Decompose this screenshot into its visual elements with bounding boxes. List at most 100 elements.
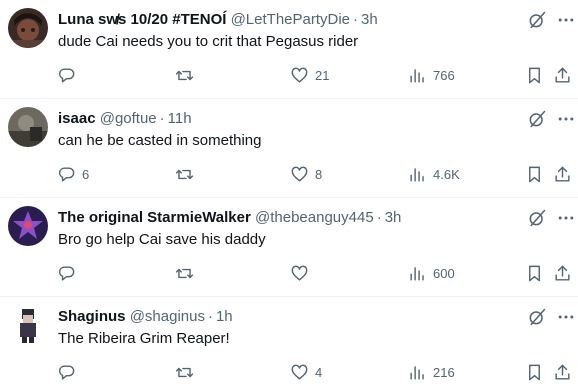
display-name[interactable]: Shaginus xyxy=(58,308,126,325)
retweet-icon xyxy=(175,70,194,80)
retweet-button[interactable] xyxy=(175,262,200,284)
view-count: 766 xyxy=(433,67,455,83)
like-icon xyxy=(291,265,308,281)
reply-icon xyxy=(58,265,75,281)
user-handle[interactable]: @goftue xyxy=(100,110,157,127)
like-icon xyxy=(291,67,308,83)
post-header: Luna sw̸s 10/20 #TENOÍ @LetThePartyDie · 3… xyxy=(58,10,518,30)
user-handle[interactable]: @shaginus xyxy=(130,308,205,325)
views-button[interactable]: 600 xyxy=(408,262,455,284)
reply-feed: Luna sw̸s 10/20 #TENOÍ @LetThePartyDie · 3… xyxy=(0,0,578,386)
like-button[interactable] xyxy=(290,262,315,284)
post-text: dude Cai needs you to crit that Pegasus … xyxy=(58,33,359,50)
bookmark-button[interactable] xyxy=(525,262,544,284)
reply-icon xyxy=(58,364,75,380)
post-header: isaac @goftue · 11h xyxy=(58,109,518,129)
user-handle[interactable]: @LetThePartyDie xyxy=(231,11,350,28)
more-icon[interactable] xyxy=(556,109,576,129)
reply-icon xyxy=(58,166,75,182)
bookmark-button[interactable] xyxy=(525,64,544,86)
action-bar: 21 766 xyxy=(0,64,578,86)
views-icon xyxy=(410,266,424,281)
display-name[interactable]: The original StarmieWalker xyxy=(58,209,251,226)
bookmark-button[interactable] xyxy=(525,163,544,185)
grok-icon[interactable] xyxy=(527,109,547,129)
grok-icon[interactable] xyxy=(527,10,547,30)
like-icon xyxy=(291,166,308,182)
timestamp[interactable]: 3h xyxy=(385,209,402,226)
view-count: 600 xyxy=(433,265,455,281)
share-button[interactable] xyxy=(553,361,572,383)
views-button[interactable]: 766 xyxy=(408,64,455,86)
views-icon xyxy=(410,68,424,83)
post-text: Bro go help Cai save his daddy xyxy=(58,231,266,248)
share-icon xyxy=(555,67,570,83)
bookmark-icon xyxy=(529,265,540,281)
avatar[interactable] xyxy=(8,8,48,48)
separator-dot: · xyxy=(376,209,382,226)
bookmark-icon xyxy=(529,67,540,83)
reply-button[interactable] xyxy=(57,361,82,383)
retweet-button[interactable] xyxy=(175,64,200,86)
view-count: 4.6K xyxy=(433,166,460,182)
post[interactable]: Shaginus @shaginus · 1h The Ribeira Grim R… xyxy=(0,297,578,386)
views-button[interactable]: 216 xyxy=(408,361,455,383)
bookmark-icon xyxy=(529,166,540,182)
timestamp[interactable]: 1h xyxy=(216,308,233,325)
grok-icon[interactable] xyxy=(527,208,547,228)
separator-dot: · xyxy=(207,308,213,325)
retweet-icon xyxy=(175,169,194,179)
share-icon xyxy=(555,364,570,380)
separator-dot: · xyxy=(159,110,165,127)
post[interactable]: Luna sw̸s 10/20 #TENOÍ @LetThePartyDie · 3… xyxy=(0,0,578,99)
views-button[interactable]: 4.6K xyxy=(408,163,460,185)
bookmark-button[interactable] xyxy=(525,361,544,383)
more-icon[interactable] xyxy=(556,208,576,228)
like-count: 8 xyxy=(315,166,323,182)
display-name[interactable]: isaac xyxy=(58,110,96,127)
retweet-icon xyxy=(175,268,194,278)
like-count: 4 xyxy=(315,364,323,380)
post-text: The Ribeira Grim Reaper! xyxy=(58,330,230,347)
reply-button[interactable]: 6 xyxy=(57,163,89,185)
like-count: 21 xyxy=(315,67,330,83)
post[interactable]: The original StarmieWalker @thebeanguy44… xyxy=(0,198,578,297)
like-button[interactable]: 21 xyxy=(290,64,329,86)
avatar[interactable] xyxy=(8,107,48,147)
avatar[interactable] xyxy=(8,206,48,246)
action-bar: 4 216 xyxy=(0,361,578,383)
action-bar: 600 xyxy=(0,262,578,284)
avatar[interactable] xyxy=(8,305,48,345)
share-button[interactable] xyxy=(553,262,572,284)
reply-count: 6 xyxy=(82,166,90,182)
share-button[interactable] xyxy=(553,163,572,185)
reply-button[interactable] xyxy=(57,64,82,86)
post-text: can he be casted in something xyxy=(58,132,262,149)
retweet-icon xyxy=(175,367,194,377)
bookmark-icon xyxy=(529,364,540,380)
like-button[interactable]: 8 xyxy=(290,163,322,185)
post-header: The original StarmieWalker @thebeanguy44… xyxy=(58,208,518,228)
reply-icon xyxy=(58,67,75,83)
share-icon xyxy=(555,166,570,182)
views-icon xyxy=(410,167,424,182)
view-count: 216 xyxy=(433,364,455,380)
share-button[interactable] xyxy=(553,64,572,86)
retweet-button[interactable] xyxy=(175,361,200,383)
grok-icon[interactable] xyxy=(527,307,547,327)
retweet-button[interactable] xyxy=(175,163,200,185)
timestamp[interactable]: 3h xyxy=(361,11,378,28)
reply-button[interactable] xyxy=(57,262,82,284)
display-name[interactable]: Luna sw̸s 10/20 #TENOÍ xyxy=(58,11,226,28)
separator-dot: · xyxy=(353,11,359,28)
share-icon xyxy=(555,265,570,281)
timestamp[interactable]: 11h xyxy=(168,110,192,127)
more-icon[interactable] xyxy=(556,307,576,327)
views-icon xyxy=(410,365,424,380)
more-icon[interactable] xyxy=(556,10,576,30)
like-icon xyxy=(291,364,308,380)
like-button[interactable]: 4 xyxy=(290,361,322,383)
post[interactable]: isaac @goftue · 11h can he be casted in so… xyxy=(0,99,578,198)
user-handle[interactable]: @thebeanguy445 xyxy=(255,209,374,226)
post-header: Shaginus @shaginus · 1h xyxy=(58,307,518,327)
